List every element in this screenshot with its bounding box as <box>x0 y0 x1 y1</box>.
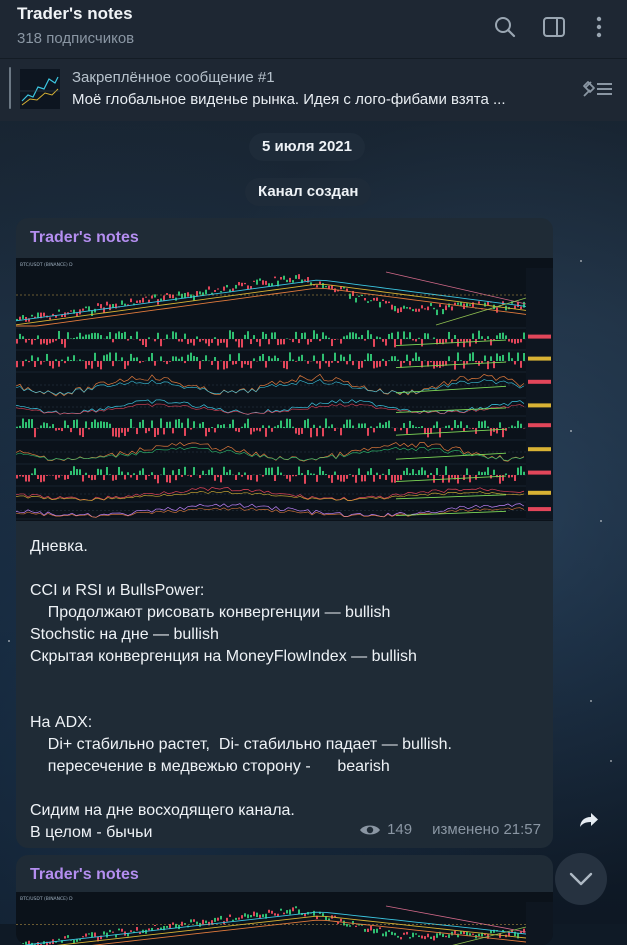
message-meta: 149 изменено 21:57 <box>359 821 541 838</box>
message-line: пересечение в медвежью сторону - bearish <box>30 756 452 778</box>
service-message-channel-created: Канал создан <box>245 178 371 206</box>
message-line: На ADX: <box>30 712 452 734</box>
message-line <box>30 558 452 580</box>
sidebar-toggle-icon[interactable] <box>541 14 567 40</box>
search-icon[interactable] <box>492 14 518 40</box>
message-bubble[interactable]: Trader's notes BTC/USDT (BINANCE) D <box>16 855 553 945</box>
edited-time: изменено 21:57 <box>432 821 541 838</box>
message-line <box>30 778 452 800</box>
message-line: Stochstic на дне — bullish <box>30 624 452 646</box>
message-line: CCI и RSI и BullsPower: <box>30 580 452 602</box>
message-line: Di+ стабильно растет, Di- стабильно пада… <box>30 734 452 756</box>
chart-header-text: BTC/USDT (BINANCE) D <box>20 896 73 902</box>
more-vertical-icon[interactable] <box>586 14 612 40</box>
date-separator: 5 июля 2021 <box>249 133 365 161</box>
view-count: 149 <box>387 821 412 838</box>
message-text: Дневка. CCI и RSI и BullsPower: Продолжа… <box>30 536 452 844</box>
scroll-down-button[interactable] <box>555 853 607 905</box>
channel-title[interactable]: Trader's notes <box>17 4 133 24</box>
message-bubble[interactable]: Trader's notes BTC/USDT (BINANCE) D Днев… <box>16 218 553 848</box>
unpin-list-icon[interactable] <box>580 78 614 105</box>
views-eye-icon <box>359 823 381 837</box>
message-line: Дневка. <box>30 536 452 558</box>
message-line: Продолжают рисовать конвергенции — bulli… <box>30 602 452 624</box>
message-line: Скрытая конвергенция на MoneyFlowIndex —… <box>30 646 452 668</box>
message-line: Сидим на дне восходящего канала. <box>30 800 452 822</box>
chat-header: Trader's notes 318 подписчиков <box>0 0 627 58</box>
message-line <box>30 690 452 712</box>
message-line <box>30 668 452 690</box>
pinned-indicator <box>9 67 11 109</box>
forward-icon[interactable] <box>572 803 606 837</box>
subscriber-count: 318 подписчиков <box>17 30 134 47</box>
chart-header-text: BTC/USDT (BINANCE) D <box>20 262 73 268</box>
pinned-title: Закреплённое сообщение #1 <box>72 69 275 86</box>
pinned-text: Моё глобальное виденье рынка. Идея с лог… <box>72 91 506 108</box>
pinned-message-bar[interactable]: Закреплённое сообщение #1 Моё глобальное… <box>0 58 627 121</box>
message-author[interactable]: Trader's notes <box>30 866 139 884</box>
message-author[interactable]: Trader's notes <box>30 229 139 247</box>
pinned-thumbnail <box>20 69 60 109</box>
chart-screenshot[interactable]: BTC/USDT (BINANCE) D <box>16 258 553 521</box>
chart-screenshot[interactable]: BTC/USDT (BINANCE) D <box>16 892 553 945</box>
chevron-down-icon <box>569 872 593 886</box>
